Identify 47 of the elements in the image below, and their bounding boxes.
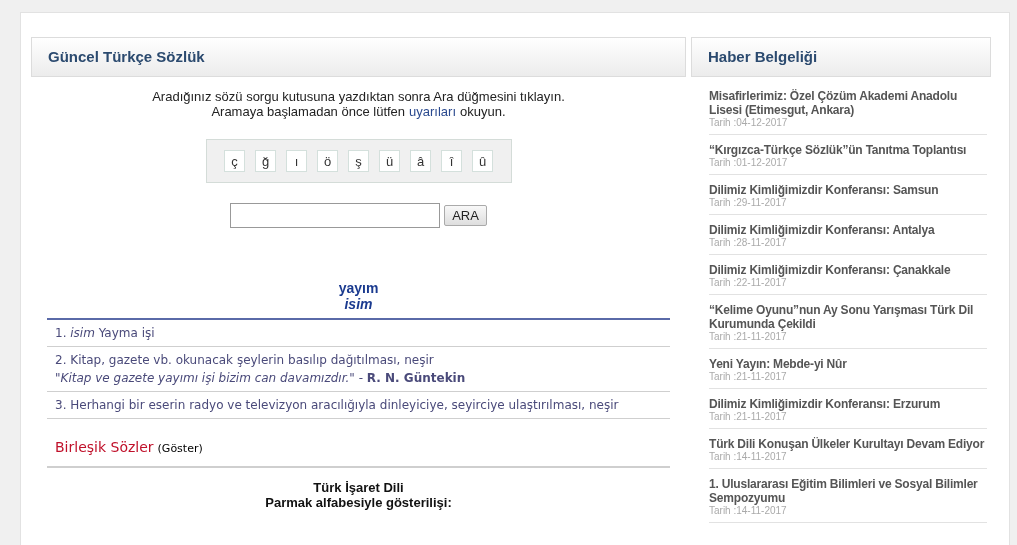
instruction-text: Aramaya başlamadan önce lütfen bbox=[211, 104, 406, 119]
section-title: Türk İşaret Dili bbox=[313, 480, 404, 495]
news-date: Tarih :04-12-2017 bbox=[709, 117, 789, 129]
news-title-link[interactable]: Misafirlerimiz: Özel Çözüm Akademi Anadolu Lisesi (Etimesgut, Ankara) bbox=[709, 89, 987, 117]
character-key[interactable]: î bbox=[441, 150, 462, 172]
news-title-link[interactable]: Yeni Yayın: Mebde-yi Nûr bbox=[709, 357, 987, 371]
character-key[interactable]: ğ bbox=[255, 150, 276, 172]
example-sentence: "Kitap ve gazete yayımı işi bizim can davamızdır." - R. N. Güntekin bbox=[55, 370, 467, 387]
instruction-text: Aradığınız sözü sorgu kutusuna yazdıktan sonra Ara düğmesini tıklayın. bbox=[152, 89, 565, 104]
panel-title: Güncel Türkçe Sözlük bbox=[31, 37, 686, 77]
show-link[interactable]: (Göster) bbox=[157, 441, 203, 458]
headword: yayım bbox=[338, 280, 379, 296]
news-date: Tarih :21-11-2017 bbox=[709, 331, 788, 343]
news-title-link[interactable]: “Kelime Oyunu”nun Ay Sonu Yarışması Türk Dil Kurumunda Çekildi bbox=[709, 303, 987, 331]
word-type: isim bbox=[344, 296, 373, 312]
warnings-link[interactable]: uyarıları bbox=[409, 104, 457, 119]
panel-title: Haber Belgeliği bbox=[691, 37, 991, 77]
news-title-link[interactable]: “Kırgızca-Türkçe Sözlük”ün Tanıtma Toplantısı bbox=[709, 143, 987, 157]
news-date: Tarih :28-11-2017 bbox=[709, 237, 788, 249]
news-date: Tarih :14-11-2017 bbox=[709, 451, 788, 463]
character-key[interactable]: ş bbox=[348, 150, 369, 172]
news-date: Tarih :14-11-2017 bbox=[709, 505, 788, 517]
definition-text: 3. Herhangi bir eserin radyo ve televizyon aracılığıyla dinleyiciye, seyirciye ulaştırılması, neşir bbox=[55, 397, 620, 414]
news-title-link[interactable]: 1. Uluslararası Eğitim Bilimleri ve Sosyal Bilimler Sempozyumu bbox=[709, 477, 987, 505]
news-date: Tarih :21-11-2017 bbox=[709, 411, 788, 423]
character-key[interactable]: û bbox=[472, 150, 493, 172]
news-title-link[interactable]: Türk Dili Konuşan Ülkeler Kurultayı Devam Ediyor bbox=[709, 437, 987, 451]
news-date: Tarih :21-11-2017 bbox=[709, 371, 788, 383]
search-field[interactable] bbox=[230, 203, 441, 228]
instruction-text: okuyun. bbox=[460, 104, 506, 119]
news-title-link[interactable]: Dilimiz Kimliğimizdir Konferansı: Samsun bbox=[709, 183, 987, 197]
news-title-link[interactable]: Dilimiz Kimliğimizdir Konferansı: Erzurum bbox=[709, 397, 987, 411]
definition-text: 2. Kitap, gazete vb. okunacak şeylerin basılıp dağıtılması, neşir bbox=[55, 352, 435, 369]
character-key[interactable]: ü bbox=[379, 150, 400, 172]
character-key[interactable]: ö bbox=[317, 150, 338, 172]
character-key[interactable]: ı bbox=[286, 150, 307, 172]
compounds-heading: Birleşik Sözler bbox=[55, 438, 154, 457]
character-key[interactable]: ç bbox=[224, 150, 245, 172]
character-key[interactable]: â bbox=[410, 150, 431, 172]
news-date: Tarih :22-11-2017 bbox=[709, 277, 788, 289]
section-subtitle: Parmak alfabesiyle gösterilişi: bbox=[265, 495, 452, 510]
news-title-link[interactable]: Dilimiz Kimliğimizdir Konferansı: Çanakkale bbox=[709, 263, 987, 277]
definition-text: 1. isim Yayma işi bbox=[55, 325, 156, 342]
search-button[interactable]: ARA bbox=[444, 205, 487, 226]
news-date: Tarih :01-12-2017 bbox=[709, 157, 789, 169]
news-date: Tarih :29-11-2017 bbox=[709, 197, 788, 209]
news-title-link[interactable]: Dilimiz Kimliğimizdir Konferansı: Antalya bbox=[709, 223, 987, 237]
